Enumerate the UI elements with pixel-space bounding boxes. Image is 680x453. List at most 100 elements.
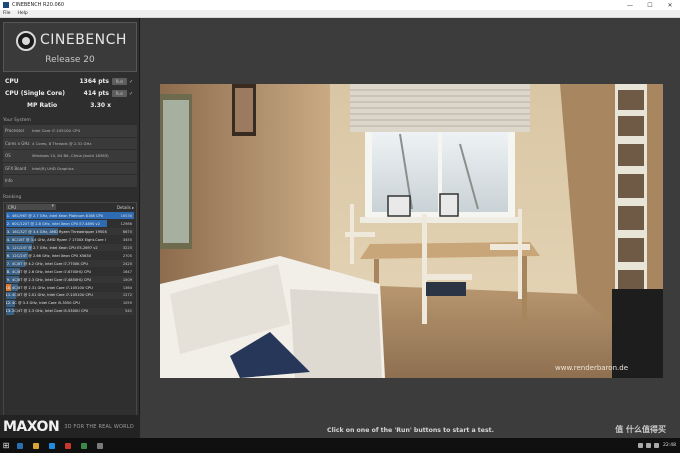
ranking-cpu-description: 4C/8T @ 2.01 GHz, Intel Core i7-10510U C…: [12, 293, 93, 298]
search-icon[interactable]: [17, 442, 23, 449]
score-single-core: CPU (Single Core) 414 pts Run ✓: [5, 89, 135, 98]
volume-icon[interactable]: [646, 443, 652, 448]
ranking-row[interactable]: 4. 8C/16T @ 3.4 GHz, AMD Ryzen 7 1700X Ei…: [6, 235, 134, 244]
ranking-cpu-description: 12C/24T @ 2.7 GHz, Intel Xeon CPU E5-269…: [12, 245, 98, 250]
network-icon[interactable]: [638, 443, 644, 448]
app-icon[interactable]: [65, 442, 71, 449]
system-row: GFX Board Intel(R) UHD Graphics: [3, 162, 137, 174]
ranking-score: 1272: [122, 293, 132, 298]
score-mp-ratio: MP Ratio 3.30 x: [5, 101, 135, 110]
status-message: Click on one of the 'Run' buttons to sta…: [327, 427, 494, 434]
watermark: 值 什么值得买: [615, 425, 666, 434]
system-info-table: Processor Intel Core i7-10510U CPU Cores…: [3, 125, 137, 188]
ranking-cpu-description: 12C/24T @ 2.66 GHz, Intel Xeon CPU X5650: [12, 253, 92, 258]
ranking-row[interactable]: 6. 12C/24T @ 2.66 GHz, Intel Xeon CPU X56…: [6, 251, 134, 260]
app-icon[interactable]: [81, 442, 87, 449]
ranking-row[interactable]: 8. 4C/8T @ 2.6 GHz, Intel Core i7-6700HQ …: [6, 267, 134, 276]
ranking-row[interactable]: 9. 4C/8T @ 2.3 GHz, Intel Core i7-4850HQ …: [6, 275, 134, 284]
start-button[interactable]: ⊞: [0, 438, 12, 453]
system-row: OS Windows 10, 64 Bit, China (build 1836…: [3, 150, 137, 162]
ranking-cpu-description: 4C @ 3.3 GHz, Intel Core i5-3550 CPU: [12, 301, 80, 306]
ranking-row[interactable]: 11. 4C/8T @ 2.01 GHz, Intel Core i7-10510…: [5, 291, 134, 300]
run-cpu-button[interactable]: Run: [112, 78, 127, 85]
score-cpu-value: 1364 pts: [79, 78, 109, 85]
system-value: Intel(R) UHD Graphics: [32, 165, 74, 171]
window-title: CINEBENCH R20.060: [12, 2, 65, 8]
maximize-button[interactable]: ☐: [640, 0, 660, 10]
menu-help[interactable]: Help: [18, 11, 28, 16]
ranking-score: 1059: [122, 301, 132, 306]
mp-ratio-value: 3.30 x: [90, 102, 111, 109]
logo-release: Release 20: [45, 55, 95, 65]
ranking-position: 5.: [6, 245, 11, 250]
ranking-row[interactable]: 5. 12C/24T @ 2.7 GHz, Intel Xeon CPU E5-2…: [6, 243, 134, 252]
ranking-position: 3.: [6, 229, 11, 234]
cinebench-taskbar-icon[interactable]: [97, 442, 103, 449]
menu-bar: File Help: [0, 10, 680, 18]
file-explorer-icon[interactable]: [33, 442, 39, 449]
maxon-brand: MAXON 3D FOR THE REAL WORLD: [0, 415, 140, 438]
minimize-button[interactable]: —: [620, 0, 640, 10]
ranking-row[interactable]: 2. 60C/120T @ 2.8 GHz, Intel Xeon CPU E7-…: [6, 219, 134, 228]
ranking-row[interactable]: 13. 2C/4T @ 2.3 GHz, Intel Core i5-5300U …: [6, 307, 134, 316]
ranking-list: 1. 48C/96T @ 2.7 GHz, Intel Xeon Platinum…: [4, 211, 136, 317]
ranking-row[interactable]: 1. 48C/96T @ 2.7 GHz, Intel Xeon Platinum…: [6, 212, 134, 220]
ranking-position: 2.: [6, 221, 11, 226]
maxon-tagline: 3D FOR THE REAL WORLD: [64, 423, 134, 430]
your-system-header: Your System: [3, 118, 31, 123]
menu-file[interactable]: File: [3, 11, 11, 16]
clock[interactable]: 22:48: [663, 443, 676, 448]
logo-name: CINEBENCH: [40, 32, 127, 48]
system-row: Cores x GHz 4 Cores, 8 Threads @ 2.31 GH…: [3, 137, 137, 149]
ranking-position: 11.: [5, 293, 12, 298]
score-single-value: 414 pts: [83, 90, 109, 97]
mp-ratio-label: MP Ratio: [27, 102, 58, 109]
ranking-position: 7.: [6, 261, 11, 266]
ranking-cpu-description: 2C/4T @ 2.3 GHz, Intel Core i5-5300U CPU: [12, 309, 89, 314]
ranking-position: 10.: [5, 283, 12, 292]
system-key: OS: [5, 153, 11, 159]
ranking-cpu-description: 16C/32T @ 3.4 GHz, AMD Ryzen Threadrippe…: [12, 229, 107, 234]
browser-icon[interactable]: [49, 442, 55, 449]
score-cpu: CPU 1364 pts Run ✓: [5, 77, 135, 86]
ranking-cpu-description: 4C/8T @ 4.2 GHz, Intel Core i7-7700K CPU: [12, 261, 88, 266]
app-icon: [3, 2, 9, 8]
check-icon: ✓: [129, 78, 134, 85]
system-row: Processor Intel Core i7-10510U CPU: [3, 125, 137, 137]
ranking-panel: CPU Details ▸ 1.48C/96T @ 2.7 GHz, Intel…: [3, 202, 137, 420]
ranking-cpu-description: 48C/96T @ 2.7 GHz, Intel Xeon Platinum 8…: [12, 213, 104, 218]
room-scene-illustration: www.renderbaron.de: [160, 84, 663, 378]
close-button[interactable]: ✕: [660, 0, 680, 10]
render-credit: www.renderbaron.de: [555, 364, 628, 372]
ranking-score: 1647: [122, 269, 132, 274]
ranking-row[interactable]: 10. 4C/8T @ 2.31 GHz, Intel Core i7-10510…: [5, 283, 134, 292]
ranking-position: 6.: [6, 253, 11, 258]
ranking-row[interactable]: 12. 4C @ 3.3 GHz, Intel Core i5-3550 CPU 1…: [6, 299, 134, 308]
ranking-score: 6670: [122, 229, 132, 234]
ranking-score: 3455: [122, 237, 132, 242]
ranking-score: 2705: [122, 253, 132, 258]
system-key: Cores x GHz: [5, 140, 30, 146]
system-row: Info: [3, 175, 137, 187]
ranking-cpu-description: 4C/8T @ 2.31 GHz, Intel Core i7-10510U C…: [12, 285, 93, 290]
score-cpu-label: CPU: [5, 78, 19, 85]
render-viewport: www.renderbaron.de: [141, 18, 680, 438]
details-label: Details: [116, 204, 131, 210]
ranking-position: 1.: [6, 213, 11, 218]
ranking-position: 8.: [6, 269, 11, 274]
system-value: Intel Core i7-10510U CPU: [32, 128, 81, 134]
maxon-logo: MAXON: [3, 418, 60, 435]
ranking-details-button[interactable]: Details ▸: [117, 205, 134, 210]
ranking-select[interactable]: CPU: [6, 203, 56, 210]
cinebench-logo: CINEBENCH Release 20: [3, 22, 137, 72]
ranking-row[interactable]: 3. 16C/32T @ 3.4 GHz, AMD Ryzen Threadrip…: [6, 227, 134, 236]
ranking-score: 541: [125, 309, 132, 314]
ranking-score: 3225: [122, 245, 132, 250]
battery-icon[interactable]: [654, 443, 660, 448]
ranking-score: 12986: [120, 221, 132, 226]
window-controls: — ☐ ✕: [620, 0, 680, 10]
run-single-core-button[interactable]: Run: [112, 90, 127, 97]
system-value: Windows 10, 64 Bit, China (build 18363): [32, 153, 109, 159]
ranking-row[interactable]: 7. 4C/8T @ 4.2 GHz, Intel Core i7-7700K C…: [6, 259, 134, 268]
ranking-position: 4.: [6, 237, 11, 242]
